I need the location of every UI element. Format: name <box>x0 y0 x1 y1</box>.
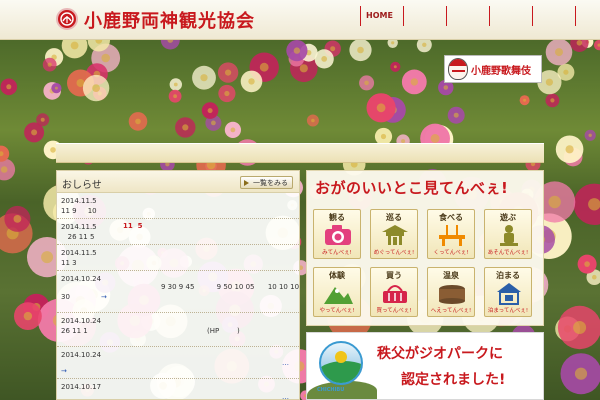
dining-icon <box>439 225 465 246</box>
news-item[interactable]: 2014.10.24 26 11 1 (HP ) <box>57 313 299 347</box>
mountain-icon <box>324 287 353 304</box>
news-panel: おしらせ 一覧をみる 2014.11.5 11 9 10 2014.11.5 1… <box>56 170 300 400</box>
news-link-arrow[interactable]: → <box>101 293 107 301</box>
spot-label: 体験 <box>329 271 345 280</box>
news-header: おしらせ 一覧をみる <box>57 171 299 193</box>
news-date: 2014.10.24 <box>61 351 102 359</box>
nav-item-5[interactable] <box>532 6 576 26</box>
kabuki-mask-icon <box>448 58 468 80</box>
spot-caption: みてんべぇ! <box>322 250 352 256</box>
spot-button-tour[interactable]: 巡る めぐってんべぇ! <box>370 209 418 259</box>
spot-label: 遊ぶ <box>500 213 516 222</box>
town-crest-icon[interactable] <box>56 8 78 30</box>
news-item[interactable]: 2014.10.24 9 30 9 45 9 50 10 05 10 10 10… <box>57 271 299 313</box>
news-item[interactable]: 2014.11.5 11 3 <box>57 245 299 271</box>
spot-label: 食べる <box>439 213 463 222</box>
nav-home[interactable]: HOME <box>360 6 403 26</box>
spot-caption: へえってんべぇ! <box>430 308 472 314</box>
news-text: 11 3 <box>61 259 77 267</box>
spot-label: 泊まる <box>496 271 520 280</box>
content-top-strip <box>56 143 544 163</box>
global-nav: HOME <box>360 6 576 26</box>
news-item[interactable]: 2014.11.5 11 9 10 <box>57 193 299 219</box>
geopark-logo-text: CHICHIBU <box>317 387 345 393</box>
news-text: 26 11 1 <box>61 327 88 335</box>
news-highlight: 11 5 <box>123 222 143 230</box>
news-date: 2014.11.5 <box>61 249 97 257</box>
news-item[interactable]: 2014.10.24 → … <box>57 347 299 379</box>
spot-button-buy[interactable]: 買う 買ってんべぇ! <box>370 267 418 317</box>
spot-caption: やってんべぇ! <box>319 308 355 314</box>
news-date: 2014.10.24 <box>61 317 102 325</box>
geopark-headline: 秩父がジオパークに <box>377 346 503 362</box>
geopark-banner[interactable]: CHICHIBU 秩父がジオパークに 認定されました! <box>306 332 544 400</box>
news-text: 30 <box>61 293 70 301</box>
news-text: 9 30 9 45 9 50 10 05 10 10 10 <box>161 283 300 291</box>
spot-label: 温泉 <box>443 271 459 280</box>
news-text: 11 9 10 <box>61 207 97 215</box>
news-link-arrow[interactable]: → <box>61 367 67 375</box>
news-date: 2014.10.17 <box>61 383 102 391</box>
basket-icon <box>383 285 407 303</box>
news-item[interactable]: 2014.10.17 … <box>57 379 299 400</box>
spot-label: 観る <box>329 213 345 222</box>
nav-item-4[interactable] <box>489 6 532 26</box>
camera-icon <box>325 225 351 245</box>
kabuki-banner-label: 小鹿野歌舞伎 <box>471 65 531 77</box>
spot-label: 巡る <box>386 213 402 222</box>
spot-caption: くってんべぇ! <box>433 250 469 256</box>
nav-item-3[interactable] <box>446 6 489 26</box>
news-more-ellipsis[interactable]: … <box>282 393 289 400</box>
kabuki-banner[interactable]: 小鹿野歌舞伎 <box>444 55 542 83</box>
news-more-ellipsis[interactable]: … <box>282 359 289 367</box>
news-title: おしらせ <box>62 180 102 191</box>
spot-label: 買う <box>386 271 402 280</box>
news-date: 2014.11.5 <box>61 197 97 205</box>
sightseeing-title: おがのいいとこ見てんべぇ! <box>315 179 509 197</box>
chichibu-geopark-logo <box>319 341 363 385</box>
statue-icon <box>500 225 518 246</box>
spot-button-see[interactable]: 観る みてんべぇ! <box>313 209 361 259</box>
spot-caption: 泊まってんべぇ! <box>487 308 529 314</box>
news-more-button[interactable]: 一覧をみる <box>240 176 293 189</box>
geopark-subheadline: 認定されました! <box>401 372 506 388</box>
spot-caption: めぐってんべぇ! <box>373 250 415 256</box>
sightseeing-panel: おがのいいとこ見てんべぇ! 観る みてんべぇ! 巡る めぐってんべぇ! 食べる … <box>306 170 544 326</box>
site-title[interactable]: 小鹿野両神観光協会 <box>84 7 255 33</box>
spot-button-onsen[interactable]: 温泉 へえってんべぇ! <box>427 267 475 317</box>
news-item[interactable]: 2014.11.5 11 5 26 11 5 <box>57 219 299 245</box>
spot-button-stay[interactable]: 泊まる 泊まってんべぇ! <box>484 267 532 317</box>
nav-item-2[interactable] <box>403 6 446 26</box>
onsen-icon <box>439 285 465 304</box>
house-icon <box>497 283 521 305</box>
news-date: 2014.10.24 <box>61 275 102 283</box>
spot-caption: あそんでんべぇ! <box>487 250 529 256</box>
site-header: 小鹿野両神観光協会 HOME <box>0 0 600 40</box>
news-text: 26 11 5 <box>61 233 95 241</box>
spot-button-experience[interactable]: 体験 やってんべぇ! <box>313 267 361 317</box>
news-date: 2014.11.5 <box>61 223 97 231</box>
spot-caption: 買ってんべぇ! <box>376 308 412 314</box>
spot-button-eat[interactable]: 食べる くってんべぇ! <box>427 209 475 259</box>
news-text: (HP ) <box>207 327 240 335</box>
spot-button-play[interactable]: 遊ぶ あそんでんべぇ! <box>484 209 532 259</box>
temple-icon <box>382 225 408 245</box>
